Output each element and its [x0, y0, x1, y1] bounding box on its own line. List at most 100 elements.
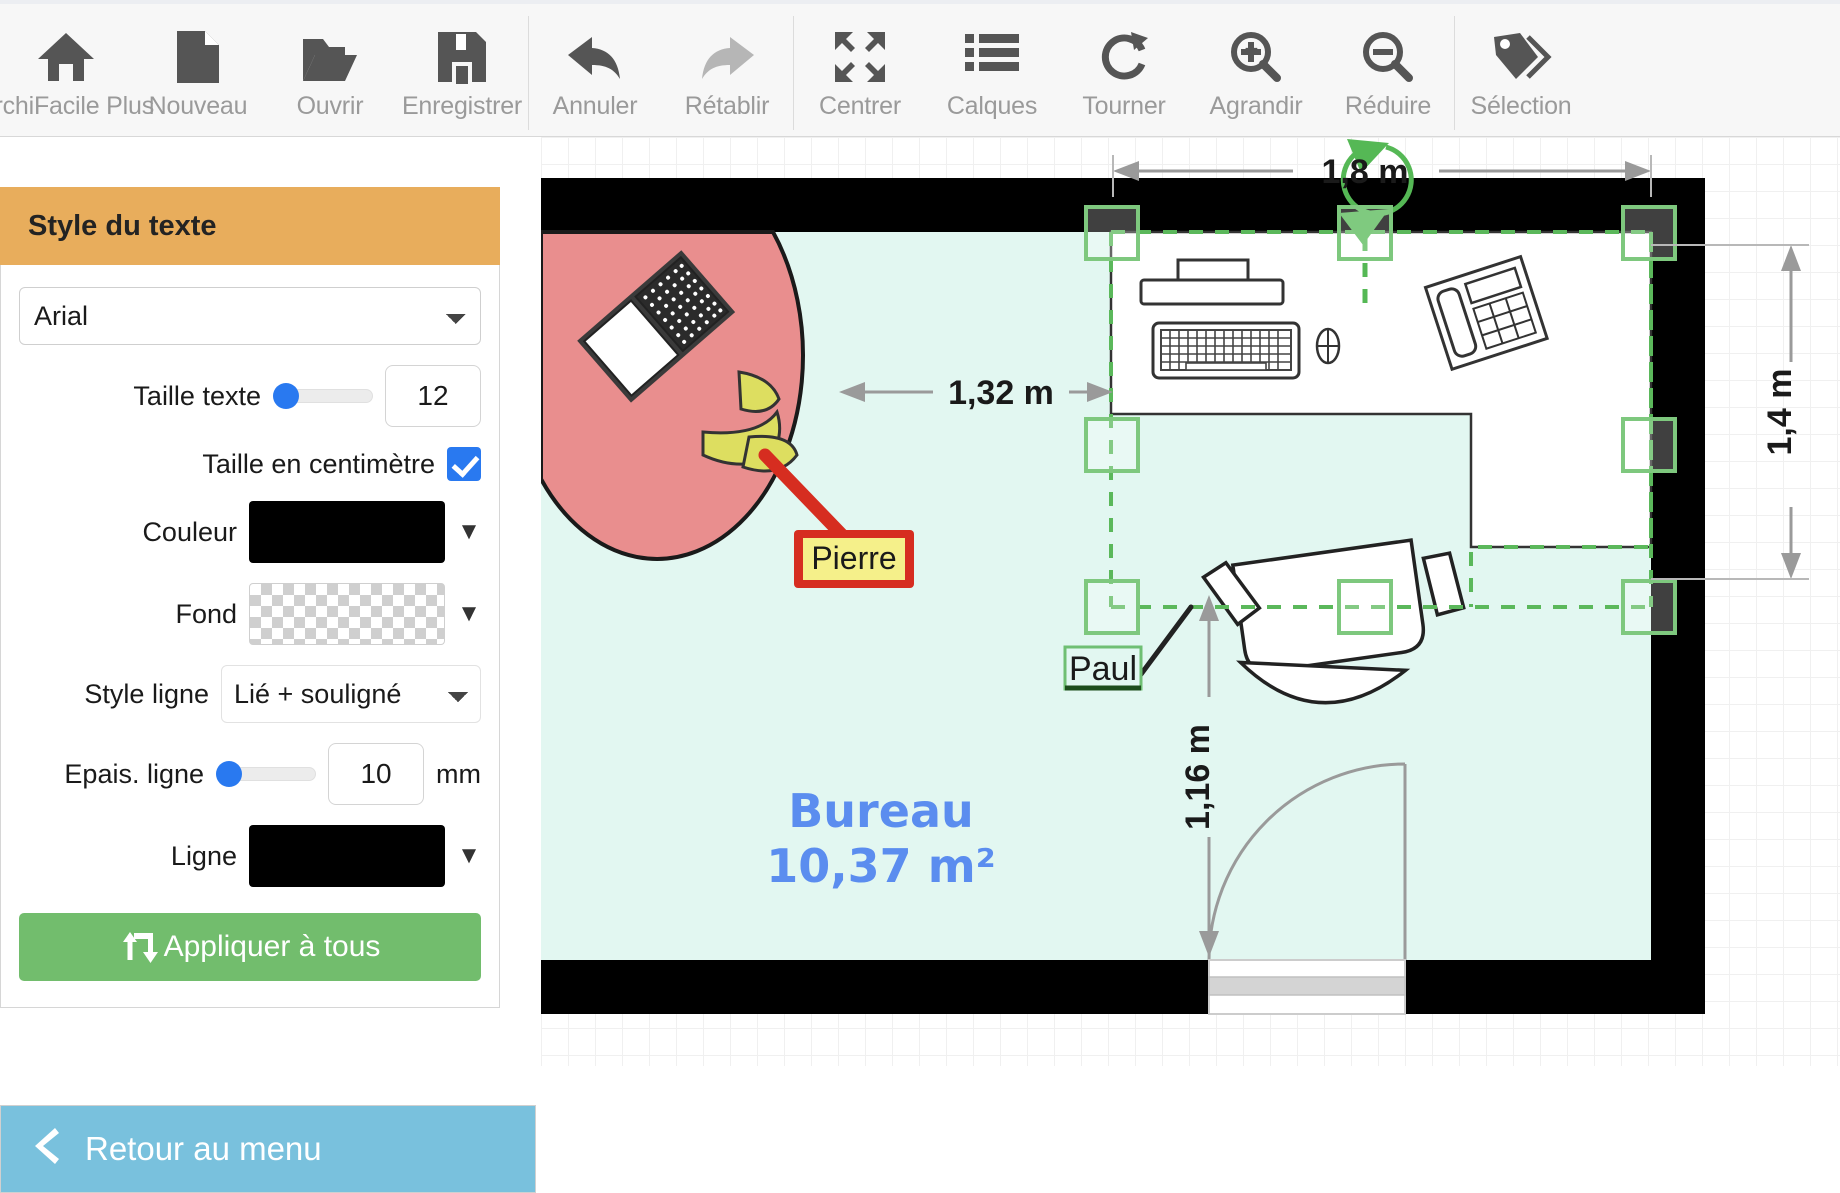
dimension-label: 1,8 m: [1322, 153, 1409, 191]
toolbar-label: Calques: [947, 92, 1037, 121]
toolbar-label: Ouvrir: [297, 92, 364, 121]
line-thickness-unit: mm: [436, 759, 481, 790]
apply-to-all-button[interactable]: Appliquer à tous: [19, 913, 481, 981]
floorplan-canvas[interactable]: 1,8 m 1,32 m 1,4 m 1,16 m: [541, 137, 1840, 1066]
chevron-down-icon[interactable]: ▼: [457, 520, 481, 544]
fit-to-screen-icon: [833, 28, 887, 86]
toolbar-button-nouveau[interactable]: Nouveau: [132, 14, 264, 132]
line-thickness-input[interactable]: [328, 743, 424, 805]
toolbar-label: Sélection: [1470, 92, 1571, 121]
panel-title: Style du texte: [28, 210, 217, 243]
line-thickness-row: Epais. ligne mm: [19, 743, 481, 805]
toolbar-label: Agrandir: [1210, 92, 1303, 121]
label-text: Paul: [1069, 650, 1137, 688]
text-size-slider[interactable]: [273, 385, 373, 407]
toolbar-label: Enregistrer: [402, 92, 522, 121]
new-document-icon: [175, 28, 221, 86]
text-size-row: Taille texte: [19, 365, 481, 427]
redo-arrow-icon: [698, 28, 756, 86]
toolbar-button-ouvrir[interactable]: Ouvrir: [264, 14, 396, 132]
toolbar-group-file: ArchiFacile Plus Nouveau Ouvrir Enregist…: [0, 0, 528, 137]
open-folder-icon: [301, 28, 359, 86]
toolbar-button-reduire[interactable]: Réduire: [1322, 14, 1454, 132]
toolbar-group-selection: Sélection: [1455, 0, 1587, 137]
apply-all-arrows-icon: [120, 930, 160, 964]
handle-top-left[interactable]: [1086, 207, 1138, 259]
mouse[interactable]: [1317, 329, 1339, 363]
background-color-swatch[interactable]: [249, 583, 445, 645]
keyboard[interactable]: [1153, 323, 1299, 378]
dimension-label: 1,4 m: [1761, 369, 1799, 456]
toolbar-button-calques[interactable]: Calques: [926, 14, 1058, 132]
text-style-panel: Style du texte Arial Taille texte Taille…: [0, 187, 500, 1008]
size-in-cm-label: Taille en centimètre: [202, 449, 435, 480]
text-color-row: Couleur ▼: [19, 501, 481, 563]
zoom-in-icon: [1229, 28, 1283, 86]
room-label[interactable]: Bureau 10,37 m²: [766, 784, 996, 893]
toolbar-label: Annuler: [553, 92, 638, 121]
handle-mid-left[interactable]: [1086, 419, 1138, 471]
room-name: Bureau: [788, 784, 973, 838]
room-area: 10,37 m²: [766, 839, 996, 893]
slider-knob[interactable]: [273, 383, 299, 409]
rotate-icon: [1098, 28, 1150, 86]
main-toolbar: ArchiFacile Plus Nouveau Ouvrir Enregist…: [0, 0, 1840, 137]
line-color-swatch[interactable]: [249, 825, 445, 887]
text-size-input[interactable]: [385, 365, 481, 427]
toolbar-label: Réduire: [1345, 92, 1431, 121]
line-color-row: Ligne ▼: [19, 825, 481, 887]
handle-top-right[interactable]: [1623, 207, 1675, 259]
back-to-menu-button[interactable]: Retour au menu: [0, 1105, 536, 1193]
handle-mid-right[interactable]: [1623, 419, 1675, 471]
toolbar-button-centrer[interactable]: Centrer: [794, 14, 926, 132]
line-color-label: Ligne: [171, 841, 237, 872]
toolbar-label: Centrer: [819, 92, 901, 121]
line-thickness-label: Epais. ligne: [64, 759, 204, 790]
left-sidebar: Style du texte Arial Taille texte Taille…: [0, 137, 540, 1066]
slider-knob[interactable]: [216, 761, 242, 787]
toolbar-button-archifacile-plus[interactable]: ArchiFacile Plus: [0, 14, 132, 132]
toolbar-group-history: Annuler Rétablir: [529, 0, 793, 137]
font-family-select[interactable]: Arial: [19, 287, 481, 345]
panel-header: Style du texte: [0, 187, 500, 265]
text-color-label: Couleur: [142, 517, 237, 548]
line-style-row: Style ligne Lié + souligné: [19, 665, 481, 723]
size-in-cm-row: Taille en centimètre: [19, 447, 481, 481]
tag-selection-icon: [1490, 28, 1552, 86]
label-text: Pierre: [811, 540, 896, 576]
dimension-label: 1,16 m: [1179, 724, 1217, 830]
dimension-label: 1,32 m: [948, 374, 1054, 412]
toolbar-label: Nouveau: [149, 92, 248, 121]
layers-list-icon: [965, 28, 1019, 86]
apply-to-all-label: Appliquer à tous: [164, 930, 381, 964]
zoom-out-icon: [1361, 28, 1415, 86]
toolbar-button-enregistrer[interactable]: Enregistrer: [396, 14, 528, 132]
home-icon: [36, 28, 96, 86]
handle-bottom-left[interactable]: [1086, 581, 1138, 633]
text-size-label: Taille texte: [133, 381, 261, 412]
line-style-label: Style ligne: [84, 679, 209, 710]
handle-bottom-center[interactable]: [1339, 581, 1391, 633]
handle-bottom-right[interactable]: [1623, 581, 1675, 633]
toolbar-label: ArchiFacile Plus: [0, 92, 154, 121]
undo-arrow-icon: [566, 28, 624, 86]
line-thickness-slider[interactable]: [216, 763, 316, 785]
save-floppy-icon: [436, 28, 488, 86]
panel-body: Arial Taille texte Taille en centimètre …: [0, 265, 500, 1008]
toolbar-label: Tourner: [1082, 92, 1165, 121]
toolbar-button-selection[interactable]: Sélection: [1455, 14, 1587, 132]
chevron-down-icon[interactable]: ▼: [457, 602, 481, 626]
background-color-label: Fond: [175, 599, 237, 630]
toolbar-button-agrandir[interactable]: Agrandir: [1190, 14, 1322, 132]
handle-top-center[interactable]: [1339, 207, 1391, 259]
toolbar-group-view: Centrer Calques Tourner: [794, 0, 1454, 137]
size-in-cm-checkbox[interactable]: [447, 447, 481, 481]
back-to-menu-label: Retour au menu: [85, 1130, 322, 1168]
text-color-swatch[interactable]: [249, 501, 445, 563]
toolbar-button-annuler[interactable]: Annuler: [529, 14, 661, 132]
toolbar-button-retablir[interactable]: Rétablir: [661, 14, 793, 132]
background-color-row: Fond ▼: [19, 583, 481, 645]
toolbar-button-tourner[interactable]: Tourner: [1058, 14, 1190, 132]
chevron-down-icon[interactable]: ▼: [457, 844, 481, 868]
line-style-select[interactable]: Lié + souligné: [221, 665, 481, 723]
